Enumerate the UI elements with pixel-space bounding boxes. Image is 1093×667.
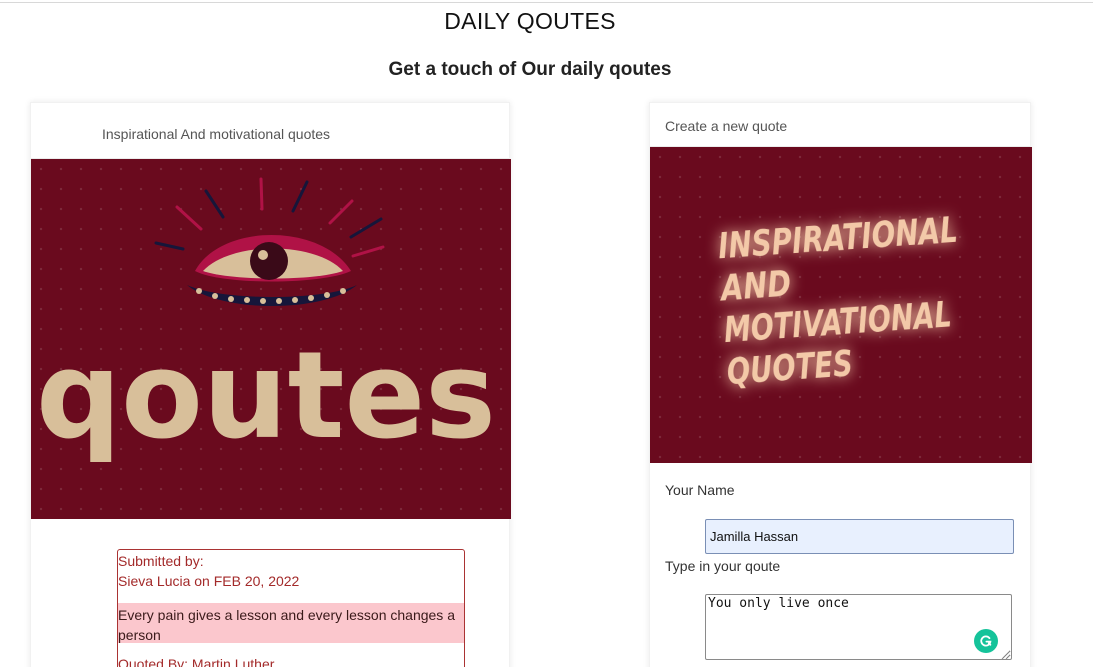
resize-grip-icon[interactable]	[1001, 650, 1010, 659]
submitter-info: Sieva Lucia on FEB 20, 2022	[118, 573, 300, 589]
eye-illustration: qoutes	[36, 177, 496, 466]
banner-line-4: QUOTES	[726, 343, 855, 393]
page-subtitle: Get a touch of Our daily qoutes	[388, 59, 672, 80]
banner-line-1: INSPIRATIONAL	[717, 210, 959, 268]
qoutes-banner-image: qoutes	[31, 159, 511, 519]
quote-card-title: Inspirational And motivational quotes	[102, 126, 331, 142]
name-input[interactable]	[705, 519, 1014, 554]
qoutes-word: qoutes	[36, 327, 496, 466]
page-title: DAILY QOUTES	[444, 8, 616, 34]
create-quote-title: Create a new quote	[665, 118, 788, 134]
top-divider	[0, 0, 1093, 3]
page: DAILY QOUTES Get a touch of Our daily qo…	[0, 0, 1093, 667]
name-label: Your Name	[665, 482, 735, 498]
grammarly-g-icon[interactable]	[974, 629, 998, 653]
quote-card: Inspirational And motivational quotes qo…	[30, 102, 511, 667]
submitted-quote: Submitted by: Sieva Lucia on FEB 20, 202…	[117, 549, 465, 667]
banner-line-2: AND	[717, 263, 792, 309]
quoted-by: Quoted By: Martin Luther	[118, 656, 275, 667]
inspirational-banner-image: INSPIRATIONAL AND MOTIVATIONAL QUOTES	[650, 147, 1032, 463]
create-quote-card: Create a new quote INSPIRATIONAL AND MOT…	[649, 102, 1032, 667]
submitted-by-label: Submitted by:	[118, 553, 204, 569]
quote-text: Every pain gives a lesson and every less…	[118, 603, 464, 643]
quote-textarea[interactable]: You only live once	[705, 594, 1012, 660]
quote-label: Type in your qoute	[665, 558, 781, 574]
